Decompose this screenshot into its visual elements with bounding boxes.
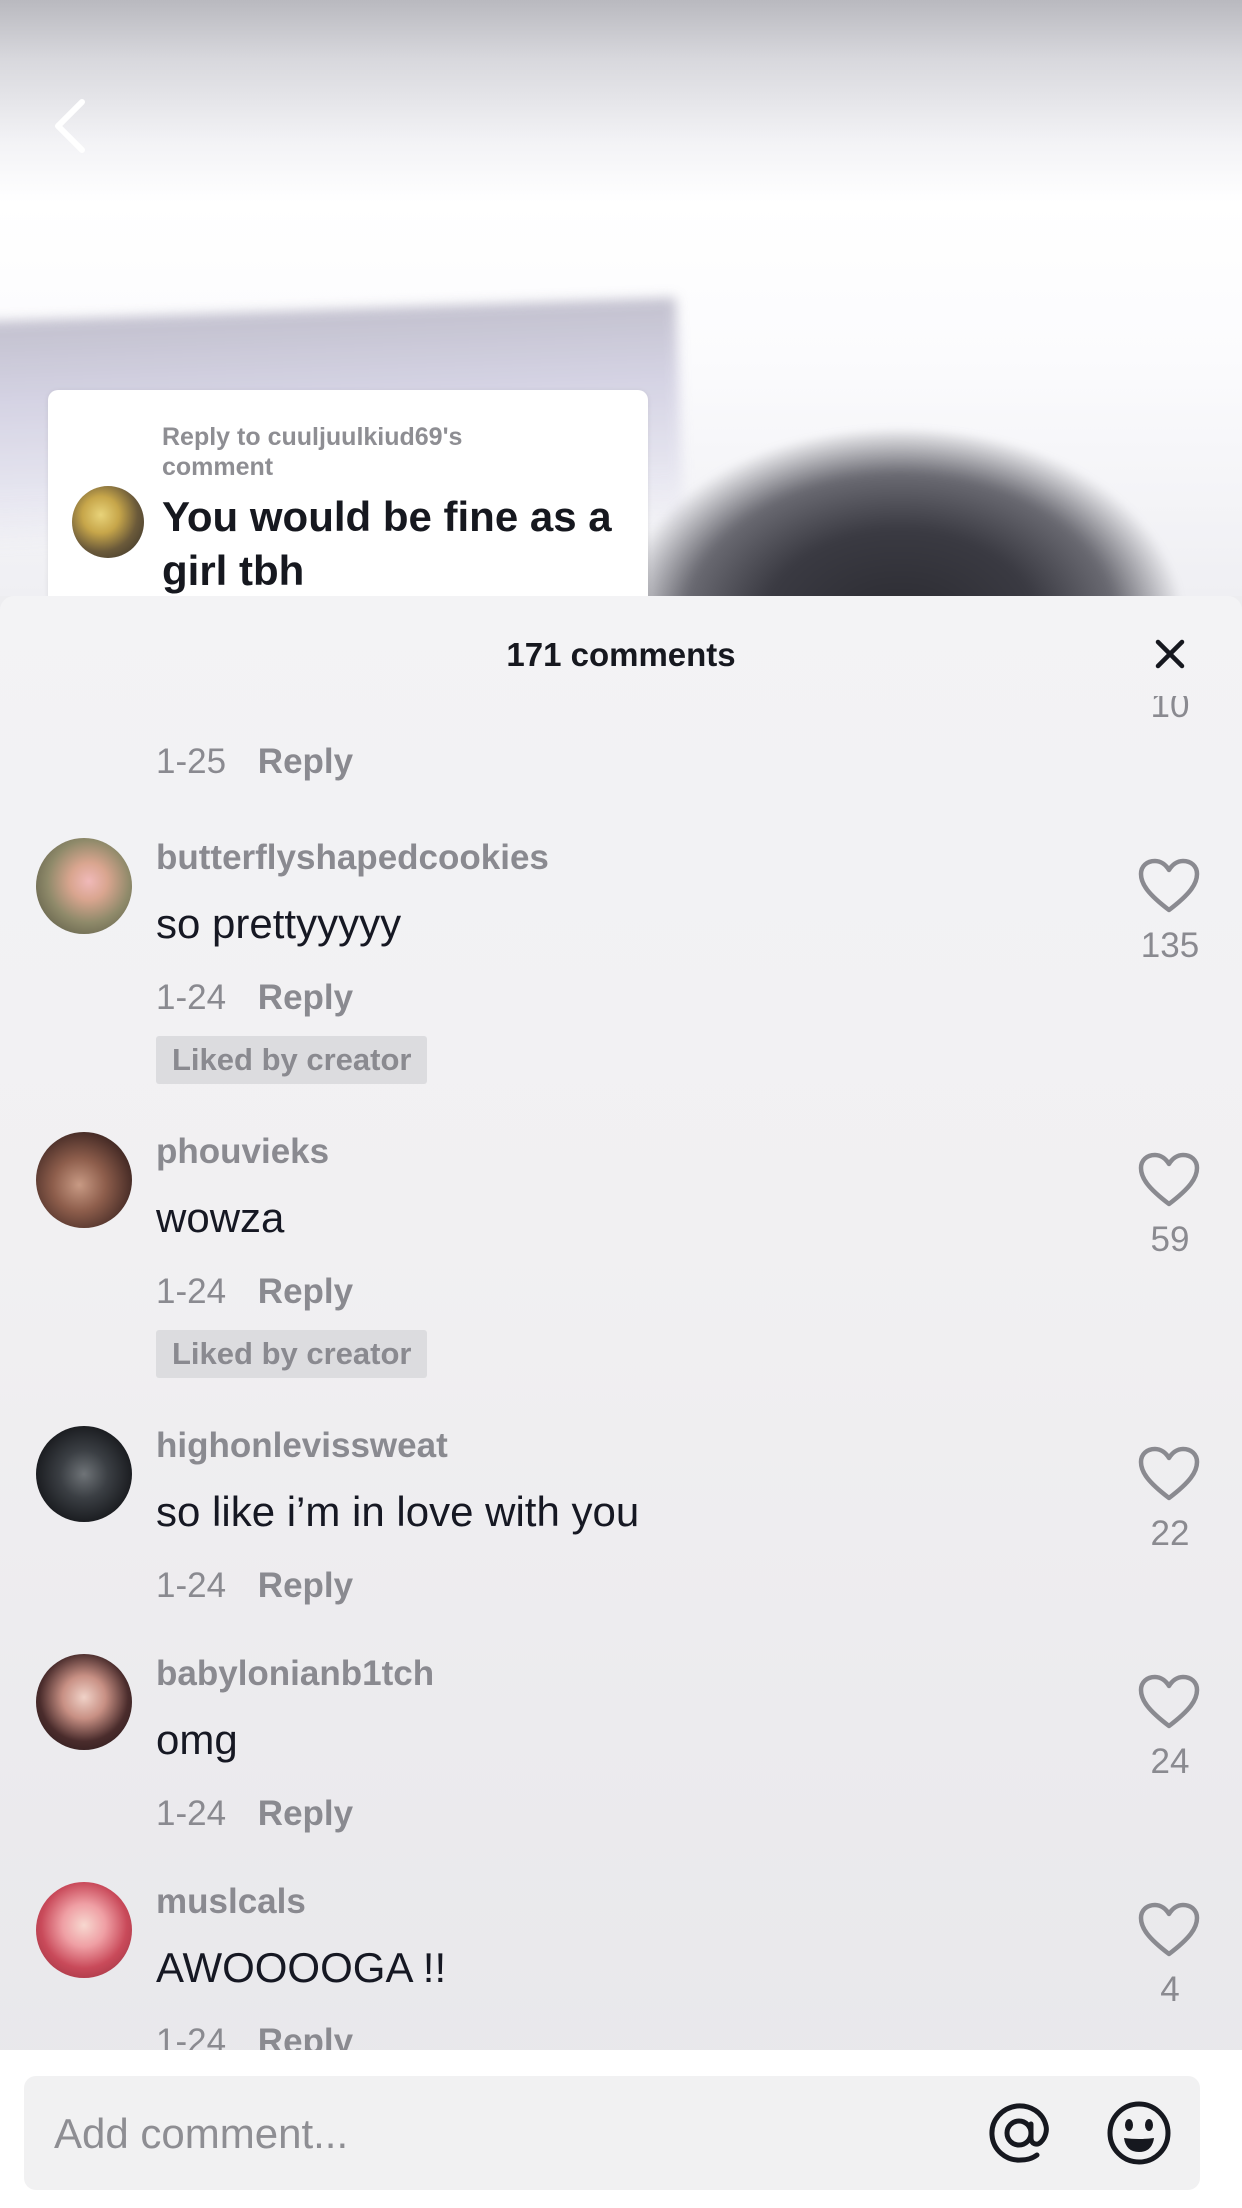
heart-outline-icon [1138, 1446, 1200, 1501]
comment-date: 1-25 [156, 742, 227, 781]
comment-username[interactable]: butterflyshapedcookies [156, 838, 549, 878]
liked-by-creator-badge: Liked by creator [156, 1036, 428, 1084]
video-subject-blur [620, 430, 1180, 596]
like-count: 59 [1150, 1220, 1190, 1259]
close-button[interactable] [1150, 634, 1190, 674]
heart-outline-icon [1138, 858, 1200, 913]
comment-text: so prettyyyyy [156, 900, 402, 947]
comment-date: 1-24 [156, 1272, 227, 1311]
video-background[interactable]: Reply to cuuljuulkiud69's comment You wo… [0, 0, 1242, 596]
avatar[interactable] [36, 1132, 132, 1228]
comment-text: omg [156, 1716, 238, 1763]
chevron-left-icon [55, 99, 85, 153]
avatar[interactable] [36, 838, 132, 934]
reply-to-label: Reply to cuuljuulkiud69's comment [162, 423, 463, 481]
reply-card: Reply to cuuljuulkiud69's comment You wo… [48, 390, 648, 596]
reply-button[interactable]: Reply [258, 978, 353, 1017]
comment-date: 1-24 [156, 978, 227, 1017]
like-count: 10 [1150, 696, 1190, 725]
comment-input-box[interactable] [24, 2076, 1200, 2192]
like-button[interactable] [1138, 1446, 1200, 1502]
comment-input[interactable] [52, 2076, 976, 2192]
like-count: 4 [1160, 1970, 1180, 2009]
liked-by-creator-badge: Liked by creator [156, 1330, 428, 1378]
heart-outline-icon [1138, 1674, 1200, 1729]
comment-date: 1-24 [156, 2022, 227, 2050]
like-count: 135 [1140, 926, 1200, 965]
reply-card-avatar [72, 486, 144, 558]
reply-button[interactable]: Reply [258, 1272, 353, 1311]
reply-card-text: You would be fine as a girl tbh [162, 493, 612, 594]
comments-panel: 171 comments 10 1-25 Reply butterflyshap… [0, 596, 1242, 2208]
comment-username[interactable]: muslcals [156, 1882, 306, 1922]
avatar[interactable] [36, 1426, 132, 1522]
like-button[interactable] [1138, 1674, 1200, 1730]
reply-button[interactable]: Reply [258, 1794, 353, 1833]
at-sign-icon [989, 2103, 1049, 2163]
heart-outline-icon [1138, 1152, 1200, 1207]
comment-meta: 1-24 Reply [156, 1566, 353, 1606]
comments-count-title: 171 comments [506, 636, 736, 673]
comment-date: 1-24 [156, 1566, 227, 1605]
like-count: 24 [1150, 1742, 1190, 1781]
like-button[interactable] [1138, 1152, 1200, 1208]
comments-list[interactable]: 10 1-25 Reply butterflyshapedcookies so … [0, 696, 1242, 2050]
comment-username[interactable]: highonlevissweat [156, 1426, 448, 1466]
comment-text: AWOOOOGA !! [156, 1944, 447, 1991]
comment-meta: 1-24 Reply [156, 978, 353, 1018]
reply-button[interactable]: Reply [258, 742, 353, 781]
comment-meta: 1-24 Reply [156, 2022, 353, 2050]
comment-meta: 1-24 Reply [156, 1794, 353, 1834]
comment-date: 1-24 [156, 1794, 227, 1833]
comment-username[interactable]: babylonianb1tch [156, 1654, 434, 1694]
like-button[interactable] [1138, 1902, 1200, 1958]
comment-text: so like i’m in love with you [156, 1488, 640, 1535]
comment-username[interactable]: phouvieks [156, 1132, 329, 1172]
avatar[interactable] [36, 1882, 132, 1978]
emoji-button[interactable] [1106, 2100, 1172, 2166]
comment-text: wowza [156, 1194, 285, 1241]
mention-button[interactable] [986, 2100, 1052, 2166]
heart-outline-icon [1138, 1902, 1200, 1957]
comment-meta: 1-25 Reply [156, 742, 353, 782]
smiley-icon [1107, 2101, 1171, 2165]
comment-composer [0, 2050, 1242, 2208]
close-icon [1155, 639, 1185, 669]
like-count: 22 [1150, 1514, 1190, 1553]
reply-button[interactable]: Reply [258, 2022, 353, 2050]
reply-button[interactable]: Reply [258, 1566, 353, 1605]
comment-meta: 1-24 Reply [156, 1272, 353, 1312]
back-button[interactable] [46, 96, 94, 156]
like-button[interactable] [1138, 858, 1200, 914]
avatar[interactable] [36, 1654, 132, 1750]
